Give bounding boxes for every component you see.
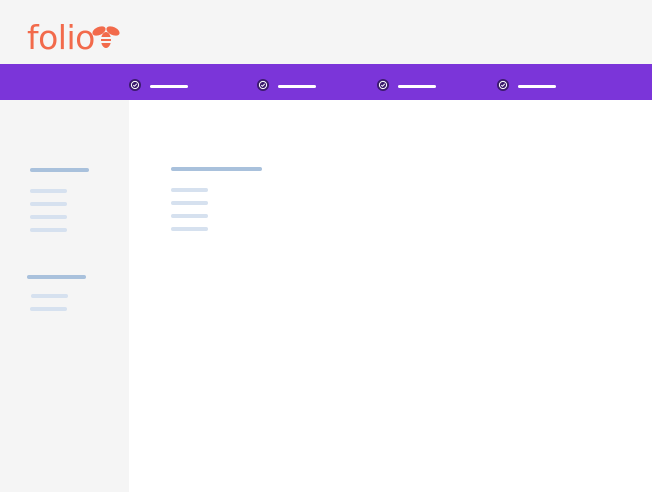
- logo-text: folio: [27, 18, 95, 57]
- sidebar-section-heading: [27, 275, 86, 279]
- main-content: [129, 100, 652, 492]
- check-circle-icon: [497, 79, 509, 91]
- bee-icon: [92, 26, 120, 48]
- sidebar: [0, 100, 129, 492]
- nav-item-label: [278, 85, 316, 88]
- app-header: folio: [0, 0, 652, 64]
- content-line: [171, 214, 208, 218]
- check-circle-icon: [377, 79, 389, 91]
- sidebar-item[interactable]: [30, 202, 67, 206]
- nav-item-label: [518, 85, 556, 88]
- top-navigation-bar: [0, 64, 652, 100]
- sidebar-item[interactable]: [31, 294, 68, 298]
- sidebar-item[interactable]: [30, 189, 67, 193]
- content-line: [171, 188, 208, 192]
- sidebar-section-heading: [30, 168, 89, 172]
- check-circle-icon: [257, 79, 269, 91]
- check-circle-icon: [129, 79, 141, 91]
- nav-item-label: [150, 85, 188, 88]
- content-line: [171, 201, 208, 205]
- app-logo[interactable]: folio: [27, 18, 120, 58]
- sidebar-item[interactable]: [30, 215, 67, 219]
- sidebar-item[interactable]: [30, 228, 67, 232]
- nav-item-label: [398, 85, 436, 88]
- content-line: [171, 227, 208, 231]
- sidebar-item[interactable]: [30, 307, 67, 311]
- page-title: [171, 167, 262, 171]
